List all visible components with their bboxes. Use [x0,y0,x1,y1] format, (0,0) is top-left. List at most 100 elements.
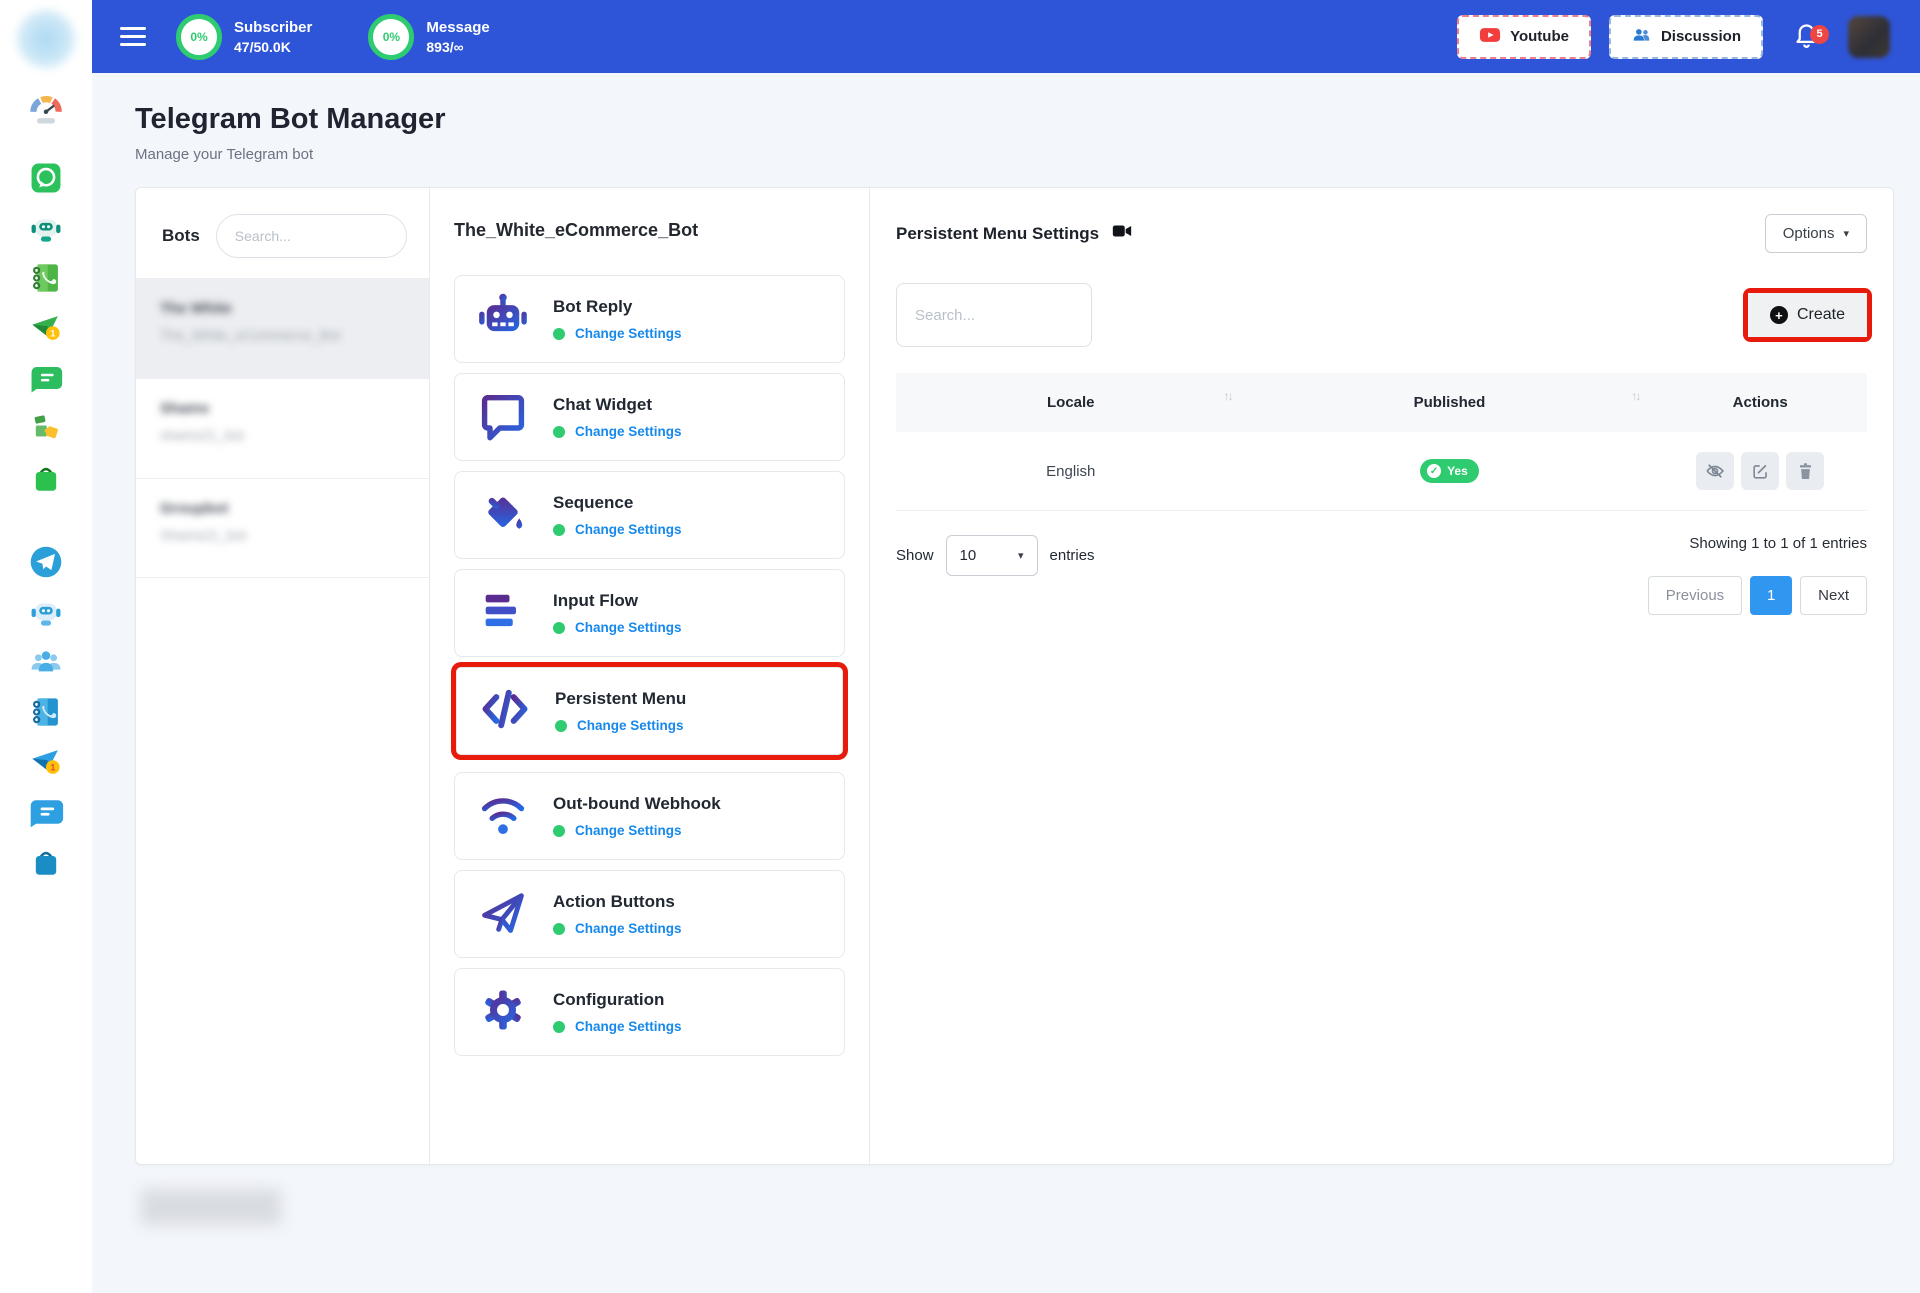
whatsapp-icon[interactable] [28,160,64,196]
module-card-configuration[interactable]: Configuration Change Settings [454,968,845,1056]
module-card-input-flow[interactable]: Input Flow Change Settings [454,569,845,657]
discussion-label: Discussion [1660,28,1741,45]
options-label: Options [1782,225,1835,242]
change-settings-link[interactable]: Change Settings [575,1019,682,1034]
status-dot-icon [553,327,565,340]
dashboard-gauge-icon[interactable] [28,92,64,128]
change-settings-link[interactable]: Change Settings [575,326,682,341]
published-badge: ✓ Yes [1420,459,1479,483]
module-title: Input Flow [553,591,638,610]
module-title: Chat Widget [553,395,653,414]
bot-username: The_White_eCommerce_Bot [160,327,341,343]
module-card-chat-widget[interactable]: Chat Widget Change Settings [454,373,845,461]
notifications-button[interactable]: 5 [1793,21,1829,53]
plus-icon: + [1769,306,1788,324]
youtube-button[interactable]: Youtube [1457,14,1591,59]
bot-list-item[interactable]: Groupbot Shams21_bot [136,478,429,578]
status-dot-icon [553,621,565,634]
hide-button[interactable] [1696,452,1735,490]
footer-blurred-text [141,1189,281,1225]
change-settings-link[interactable]: Change Settings [575,522,682,537]
change-settings-link[interactable]: Change Settings [575,620,682,635]
whatsapp-shop-icon[interactable] [28,460,64,496]
change-settings-link[interactable]: Change Settings [575,921,682,936]
menu-search-input[interactable] [896,283,1092,347]
top-header: 0% Subscriber 47/50.0K 0% Message 893/∞ [92,0,1920,73]
chevron-down-icon: ▾ [1018,550,1024,562]
bot-list-item[interactable]: The White The_White_eCommerce_Bot [136,278,429,378]
entries-label: entries [1049,547,1095,564]
status-dot-icon [553,1020,565,1033]
svg-text:1: 1 [50,763,55,773]
telegram-contacts-icon[interactable] [28,694,64,730]
module-title: Persistent Menu [555,689,687,708]
page-subtitle: Manage your Telegram bot [135,146,314,163]
video-tutorial-icon[interactable] [1111,220,1133,247]
locales-table: Locale ↑↓ Published ↑↓ Actions English ✓… [896,373,1867,511]
notification-count-badge: 5 [1810,24,1829,44]
actions-cell [1653,432,1867,511]
eye-slash-icon [1706,464,1725,478]
whatsapp-integration-icon[interactable] [28,410,64,446]
column-header-published[interactable]: Published ↑↓ [1245,373,1654,432]
message-progress-ring: 0% [368,13,415,60]
bars-icon [477,585,529,642]
delete-button[interactable] [1786,452,1825,490]
whatsapp-broadcast-icon[interactable]: 1 [28,310,64,346]
subscriber-stat: 0% Subscriber 47/50.0K [176,13,312,60]
module-card-persistent-menu[interactable]: Persistent Menu Change Settings [456,667,843,755]
previous-page-button[interactable]: Previous [1647,576,1743,615]
bots-search-input[interactable] [215,214,407,258]
bot-list-item[interactable]: Shams shams21_bot [136,378,429,478]
app-root: 1 1 0% Subscriber 47/50.0K 0% Message 89… [0,0,1920,1293]
module-card-sequence[interactable]: Sequence Change Settings [454,471,845,559]
youtube-label: Youtube [1510,28,1569,45]
edit-button[interactable] [1741,452,1780,490]
show-label: Show [896,547,934,564]
subscriber-percent: 0% [190,29,208,44]
column-header-locale[interactable]: Locale ↑↓ [896,373,1246,432]
change-settings-link[interactable]: Change Settings [577,718,684,733]
app-sidebar: 1 1 [0,0,92,1293]
telegram-icon[interactable] [28,544,64,580]
module-title: Action Buttons [553,892,675,911]
create-label: Create [1796,306,1845,323]
next-page-button[interactable]: Next [1800,576,1867,615]
menu-toggle-icon[interactable] [120,22,146,51]
status-dot-icon [553,425,565,438]
telegram-bot-icon[interactable] [28,594,64,630]
sort-icon[interactable]: ↑↓ [1224,389,1234,403]
change-settings-link[interactable]: Change Settings [575,424,682,439]
selected-bot-title: The_White_eCommerce_Bot [454,220,699,240]
discussion-button[interactable]: Discussion [1608,14,1763,59]
subscriber-progress-ring: 0% [176,13,222,60]
module-card-outbound-webhook[interactable]: Out-bound Webhook Change Settings [454,772,845,860]
user-avatar[interactable] [1848,15,1890,58]
message-percent: 0% [382,29,401,44]
whatsapp-bot-icon[interactable] [28,210,64,246]
bot-name: Groupbot [160,500,229,517]
bot-manager-panel: Bots The White The_White_eCommerce_Bot S… [135,187,1894,1165]
app-logo [15,8,77,70]
edit-pencil-icon [1753,464,1767,479]
bot-username: shams21_bot [160,427,245,443]
table-row: English ✓ Yes [896,432,1867,511]
page-number-button[interactable]: 1 [1750,576,1793,615]
sort-icon[interactable]: ↑↓ [1631,389,1641,403]
entries-per-page-select[interactable]: 10 ▾ [945,535,1038,576]
change-settings-link[interactable]: Change Settings [575,823,682,838]
telegram-shop-icon[interactable] [28,844,64,880]
telegram-broadcast-icon[interactable]: 1 [28,744,64,780]
chevron-down-icon: ▾ [1843,228,1849,240]
whatsapp-contacts-icon[interactable] [28,260,64,296]
module-card-bot-reply[interactable]: Bot Reply Change Settings [454,275,845,363]
module-title: Sequence [553,493,634,512]
telegram-chat-icon[interactable] [28,794,64,830]
whatsapp-chat-icon[interactable] [28,360,64,396]
options-button[interactable]: Options ▾ [1764,214,1867,253]
module-card-action-buttons[interactable]: Action Buttons Change Settings [454,870,845,958]
published-cell: ✓ Yes [1245,432,1654,511]
create-button[interactable]: + Create [1747,293,1867,337]
gear-icon [477,984,529,1041]
telegram-group-icon[interactable] [28,644,64,680]
